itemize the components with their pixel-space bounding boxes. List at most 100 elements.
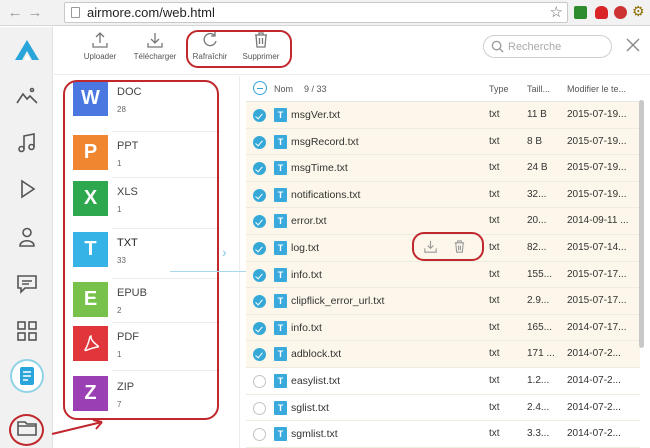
file-name[interactable]: msgVer.txt [291,109,340,121]
file-row[interactable]: Teasylist.txt txt 1.2... 2014-07-2... [246,368,640,395]
file-size: 2.9... [527,295,550,307]
row-checkbox[interactable] [253,162,266,176]
file-date: 2015-07-19... [567,109,627,120]
search-icon [491,40,504,53]
row-checkbox[interactable] [253,215,266,229]
file-type: txt [489,348,500,360]
messages-icon[interactable] [10,267,44,301]
file-size: 20... [527,215,547,227]
txt-file-icon: T [274,320,287,335]
file-name[interactable]: log.txt [291,242,319,254]
file-type: txt [489,268,500,280]
row-checkbox[interactable] [253,348,266,362]
download-button[interactable]: Télécharger [125,30,185,61]
close-icon[interactable] [624,36,642,54]
file-size: 171 ... [527,348,555,360]
download-label: Télécharger [133,52,177,61]
file-name[interactable]: adblock.txt [291,348,341,360]
row-checkbox[interactable] [253,295,266,309]
file-row[interactable]: TmsgVer.txt txt 11 B 2015-07-19... [246,102,640,129]
selection-chevron-icon: › [222,244,227,260]
txt-file-icon: T [274,241,287,255]
file-name[interactable]: notifications.txt [291,189,360,201]
apps-grid-icon[interactable] [10,314,44,348]
file-row[interactable]: Tinfo.txt txt 165... 2014-07-17... [246,314,640,342]
file-type: txt [489,215,500,227]
search-box[interactable] [483,35,612,58]
file-date: 2014-07-2... [567,375,621,386]
file-date: 2014-09-11 ... [567,215,629,227]
header-modified[interactable]: Modifier le te... [567,84,626,94]
file-type: txt [489,242,500,253]
txt-file-icon: T [274,267,287,282]
file-size: 3.3... [527,428,550,440]
header-type[interactable]: Type [489,84,509,94]
header-size[interactable]: Taill... [527,84,550,94]
file-row[interactable]: Tnotifications.txt txt 32... 2015-07-19... [246,181,640,209]
row-checkbox[interactable] [253,401,266,415]
music-icon[interactable] [10,126,44,160]
row-checkbox[interactable] [253,135,266,149]
file-name[interactable]: sgmlist.txt [291,428,338,440]
file-row[interactable]: TmsgTime.txt txt 24 B 2015-07-19... [246,155,640,182]
txt-file-icon: T [274,427,287,442]
file-row[interactable]: Tadblock.txt txt 171 ... 2014-07-2... [246,341,640,368]
row-checkbox[interactable] [253,375,266,388]
file-size: 155... [527,268,553,280]
settings-gear-icon[interactable]: ⚙ [632,3,645,19]
row-checkbox[interactable] [253,242,266,255]
file-date: 2015-07-19... [567,188,627,200]
file-name[interactable]: sglist.txt [291,402,329,414]
file-size: 11 B [527,109,547,120]
file-row[interactable]: Tclipflick_error_url.txt txt 2.9... 2015-07… [246,288,640,315]
header-name[interactable]: Nom [274,84,293,94]
bookmark-star-icon[interactable]: ☆ [550,3,563,22]
address-bar[interactable]: airmore.com/web.html ☆ [64,2,568,23]
txt-file-icon: T [274,214,287,229]
row-checkbox[interactable] [253,321,266,335]
file-name[interactable]: info.txt [291,322,322,334]
row-checkbox[interactable] [253,428,266,442]
video-play-icon[interactable] [10,172,44,206]
file-name[interactable]: clipflick_error_url.txt [291,295,384,307]
documents-icon[interactable] [10,359,44,393]
file-size: 82... [527,242,547,253]
file-size: 24 B [527,162,548,174]
file-row[interactable]: Tsgmlist.txt txt 3.3... 2014-07-2... [246,421,640,448]
extension-shield-icon[interactable] [595,6,608,19]
file-date: 2015-07-19... [567,135,627,147]
upload-button[interactable]: Uploader [70,30,130,61]
photos-icon[interactable] [10,79,44,113]
airmore-logo-icon [10,33,44,67]
file-row[interactable]: Tinfo.txt txt 155... 2015-07-17... [246,261,640,289]
row-checkbox[interactable] [253,268,266,282]
file-name[interactable]: info.txt [291,269,322,281]
file-name[interactable]: easylist.txt [291,375,340,387]
file-date: 2014-07-17... [567,321,627,333]
annotation-oval-categories [63,80,219,420]
select-all-checkbox[interactable] [253,81,267,95]
row-checkbox[interactable] [253,109,266,122]
file-name[interactable]: msgRecord.txt [291,136,359,148]
txt-file-icon: T [274,108,287,122]
file-date: 2015-07-19... [567,162,627,174]
file-type: txt [489,162,500,174]
file-name[interactable]: msgTime.txt [291,162,348,174]
file-name[interactable]: error.txt [291,215,327,227]
extension-icon[interactable] [574,6,587,19]
forward-arrow-icon[interactable]: → [26,4,44,22]
search-input[interactable] [508,39,606,54]
extension-record-icon[interactable] [614,6,627,19]
file-row[interactable]: Terror.txt txt 20... 2014-09-11 ... [246,208,640,235]
contacts-icon[interactable] [10,220,44,254]
file-row[interactable]: Tsglist.txt txt 2.4... 2014-07-2... [246,395,640,422]
scrollbar[interactable] [639,100,644,348]
txt-file-icon: T [274,347,287,362]
address-url[interactable]: airmore.com/web.html [87,5,215,21]
file-date: 2015-07-17... [567,295,627,307]
back-arrow-icon[interactable]: ← [6,4,24,22]
file-row[interactable]: TmsgRecord.txt txt 8 B 2015-07-19... [246,128,640,156]
row-checkbox[interactable] [253,188,266,202]
file-size: 8 B [527,135,543,147]
file-size: 165... [527,321,553,333]
